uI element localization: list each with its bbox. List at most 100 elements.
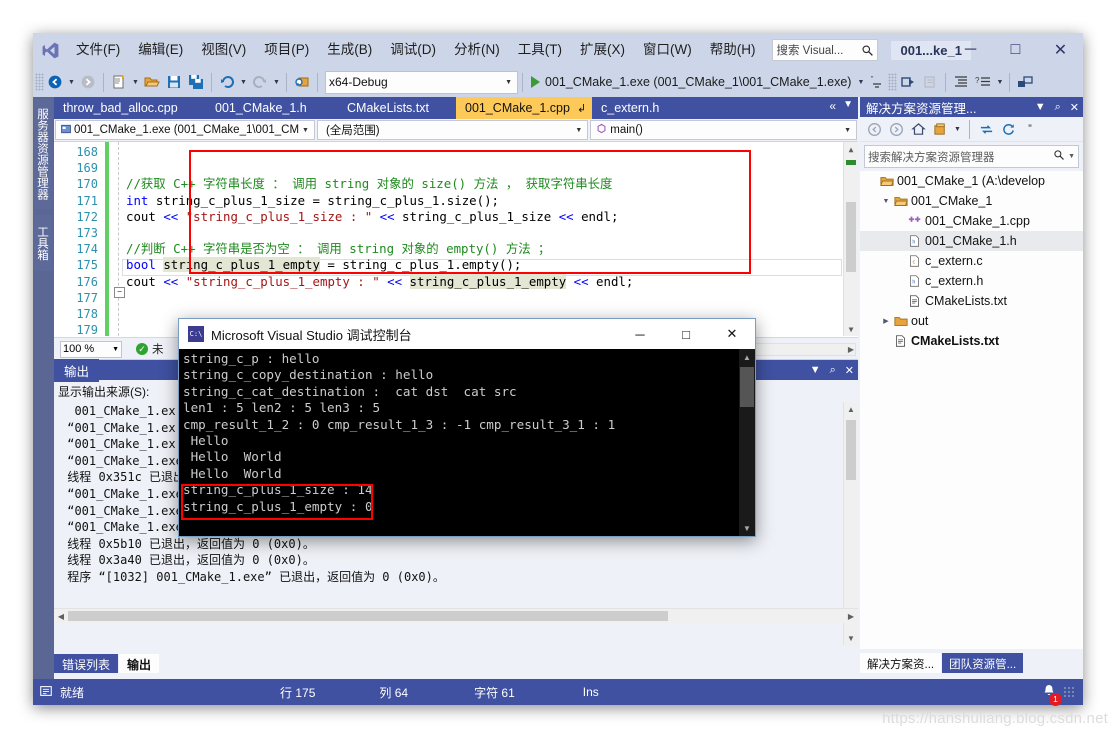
scroll-down-icon[interactable]: ▼ bbox=[844, 631, 858, 645]
show-all-files-icon[interactable] bbox=[930, 119, 950, 139]
editor-tab-001-cmake-1-cpp[interactable]: 001_CMake_1.cpp ↲ ✕ bbox=[456, 97, 602, 119]
step-over-icon[interactable] bbox=[919, 71, 941, 93]
se-overflow-icon[interactable]: ” bbox=[1020, 119, 1040, 139]
output-horizontal-scrollbar[interactable]: ◀ ▶ bbox=[54, 608, 858, 623]
tree-node[interactable]: ▼ 001_CMake_1 bbox=[860, 191, 1083, 211]
editor-tab-cmakelists[interactable]: CMakeLists.txt bbox=[338, 97, 456, 119]
tab-team-explorer[interactable]: 团队资源管... bbox=[942, 653, 1024, 673]
editor-tab-001-cmake-1-h[interactable]: 001_CMake_1.h bbox=[206, 97, 338, 119]
comment-selection-icon[interactable]: ? bbox=[972, 71, 994, 93]
close-icon[interactable]: ✕ bbox=[1070, 101, 1079, 114]
save-all-icon[interactable] bbox=[185, 71, 207, 93]
solution-tree[interactable]: 001_CMake_1 (A:\develop ▼ 001_CMake_1 001_C… bbox=[860, 171, 1083, 649]
tree-node[interactable]: 001_CMake_1 (A:\develop bbox=[860, 171, 1083, 191]
console-close-button[interactable]: ✕ bbox=[709, 319, 755, 349]
scroll-up-icon[interactable]: ▲ bbox=[844, 402, 858, 416]
navbar-member-select[interactable]: main() ▼ bbox=[590, 120, 857, 140]
scroll-down-icon[interactable]: ▼ bbox=[844, 322, 858, 336]
undo-dropdown[interactable]: ▼ bbox=[238, 71, 249, 93]
menu-item-help[interactable]: 帮助(H) bbox=[701, 37, 765, 63]
tab-list-dropdown-icon[interactable]: ▼ bbox=[843, 99, 853, 110]
scroll-left-icon[interactable]: ◀ bbox=[54, 609, 68, 623]
navigate-backward-icon[interactable] bbox=[44, 71, 66, 93]
find-in-project-icon[interactable] bbox=[291, 71, 313, 93]
new-project-icon[interactable] bbox=[108, 71, 130, 93]
tree-node[interactable]: h c_extern.h bbox=[860, 271, 1083, 291]
console-minimize-button[interactable]: ─ bbox=[617, 319, 663, 349]
pin-icon[interactable]: ⌕ bbox=[1055, 101, 1061, 114]
indent-icon[interactable] bbox=[950, 71, 972, 93]
tree-node[interactable]: h 001_CMake_1.h bbox=[860, 231, 1083, 251]
back-icon[interactable] bbox=[864, 119, 884, 139]
scroll-up-icon[interactable]: ▲ bbox=[739, 349, 755, 365]
menu-item-extensions[interactable]: 扩展(X) bbox=[571, 37, 634, 63]
console-scroll-thumb[interactable] bbox=[740, 367, 754, 407]
panel-dropdown-icon[interactable]: ▼ bbox=[1035, 101, 1046, 113]
solution-explorer-search-input[interactable]: 搜索解决方案资源管理器 ▼ bbox=[864, 145, 1079, 168]
resize-grip[interactable] bbox=[1063, 686, 1075, 698]
maximize-button[interactable]: □ bbox=[993, 35, 1038, 65]
tree-node[interactable]: 001_CMake_1.cpp bbox=[860, 211, 1083, 231]
menu-item-debug[interactable]: 调试(D) bbox=[381, 37, 445, 63]
tab-output[interactable]: 输出 bbox=[119, 654, 160, 673]
tab-overflow-icon[interactable]: « bbox=[829, 99, 836, 113]
editor-vertical-scrollbar[interactable]: ▲ ▼ bbox=[843, 142, 858, 336]
minimize-button[interactable]: ─ bbox=[948, 35, 993, 65]
start-debug-button[interactable]: 001_CMake_1.exe (001_CMake_1\001_CMake_1… bbox=[527, 71, 855, 93]
forward-icon[interactable] bbox=[886, 119, 906, 139]
menu-item-build[interactable]: 生成(B) bbox=[318, 37, 381, 63]
tab-error-list[interactable]: 错误列表 bbox=[54, 654, 119, 673]
chevron-down-icon[interactable]: ▼ bbox=[1065, 153, 1075, 160]
step-into-icon[interactable] bbox=[897, 71, 919, 93]
pin-icon[interactable]: ⌕ bbox=[830, 364, 836, 377]
show-all-files-dropdown[interactable]: ▼ bbox=[952, 118, 963, 140]
collapse-region-icon[interactable]: − bbox=[114, 287, 125, 298]
navbar-scope-select[interactable]: (全局范围) ▼ bbox=[316, 120, 589, 140]
toggle-window-icon[interactable] bbox=[1014, 71, 1036, 93]
editor-scroll-thumb[interactable] bbox=[846, 202, 856, 272]
console-maximize-button[interactable]: □ bbox=[663, 319, 709, 349]
tree-node[interactable]: ▶ out bbox=[860, 311, 1083, 331]
console-scrollbar[interactable]: ▲ ▼ bbox=[739, 349, 755, 536]
output-hscroll-thumb[interactable] bbox=[68, 611, 668, 621]
debug-target-icon[interactable]: ” bbox=[866, 71, 888, 93]
scroll-up-icon[interactable]: ▲ bbox=[844, 142, 858, 156]
navigate-forward-icon[interactable] bbox=[77, 71, 99, 93]
menu-item-project[interactable]: 项目(P) bbox=[255, 37, 318, 63]
home-icon[interactable] bbox=[908, 119, 928, 139]
scroll-right-icon[interactable]: ▶ bbox=[848, 345, 854, 354]
toolbar-grip[interactable] bbox=[35, 73, 44, 91]
menu-item-tools[interactable]: 工具(T) bbox=[509, 37, 571, 63]
panel-dropdown-icon[interactable]: ▼ bbox=[810, 364, 821, 376]
console-output-area[interactable]: string_c_p : hello string_c_copy_destina… bbox=[179, 349, 755, 536]
expander-closed-icon[interactable]: ▶ bbox=[880, 317, 892, 325]
close-icon[interactable]: ✕ bbox=[845, 364, 854, 377]
editor-tab-throw-bad-alloc[interactable]: throw_bad_alloc.cpp bbox=[54, 97, 206, 119]
undo-icon[interactable] bbox=[216, 71, 238, 93]
navigate-backward-dropdown[interactable]: ▼ bbox=[66, 71, 77, 93]
debug-console-window[interactable]: C:\ Microsoft Visual Studio 调试控制台 ─ □ ✕ … bbox=[178, 318, 756, 537]
start-debug-dropdown[interactable]: ▼ bbox=[855, 71, 866, 93]
menu-item-analyze[interactable]: 分析(N) bbox=[445, 37, 509, 63]
tree-node[interactable]: CMakeLists.txt bbox=[860, 331, 1083, 351]
scroll-down-icon[interactable]: ▼ bbox=[739, 520, 755, 536]
toolbar-grip-2[interactable] bbox=[888, 73, 898, 91]
redo-dropdown[interactable]: ▼ bbox=[271, 71, 282, 93]
menu-item-view[interactable]: 视图(V) bbox=[192, 37, 255, 63]
expander-open-icon[interactable]: ▼ bbox=[880, 198, 892, 205]
open-file-icon[interactable] bbox=[141, 71, 163, 93]
tree-node[interactable]: c c_extern.c bbox=[860, 251, 1083, 271]
tab-solution-explorer[interactable]: 解决方案资... bbox=[860, 653, 942, 673]
quick-search-input[interactable]: 搜索 Visual... bbox=[772, 39, 879, 61]
editor-zoom-select[interactable]: 100 % ▼ bbox=[60, 340, 122, 358]
redo-icon[interactable] bbox=[249, 71, 271, 93]
sync-with-active-document-icon[interactable] bbox=[976, 119, 996, 139]
close-button[interactable]: ✕ bbox=[1038, 35, 1083, 65]
menu-item-window[interactable]: 窗口(W) bbox=[634, 37, 701, 63]
sidebar-tab-toolbox[interactable]: 工具箱 bbox=[34, 215, 53, 271]
output-scroll-thumb[interactable] bbox=[846, 420, 856, 480]
notifications-icon[interactable]: 1 bbox=[1041, 683, 1062, 706]
menu-item-edit[interactable]: 编辑(E) bbox=[129, 37, 192, 63]
new-project-dropdown[interactable]: ▼ bbox=[130, 71, 141, 93]
navbar-project-select[interactable]: 001_CMake_1.exe (001_CMake_1\001_CM ▼ bbox=[55, 120, 315, 140]
